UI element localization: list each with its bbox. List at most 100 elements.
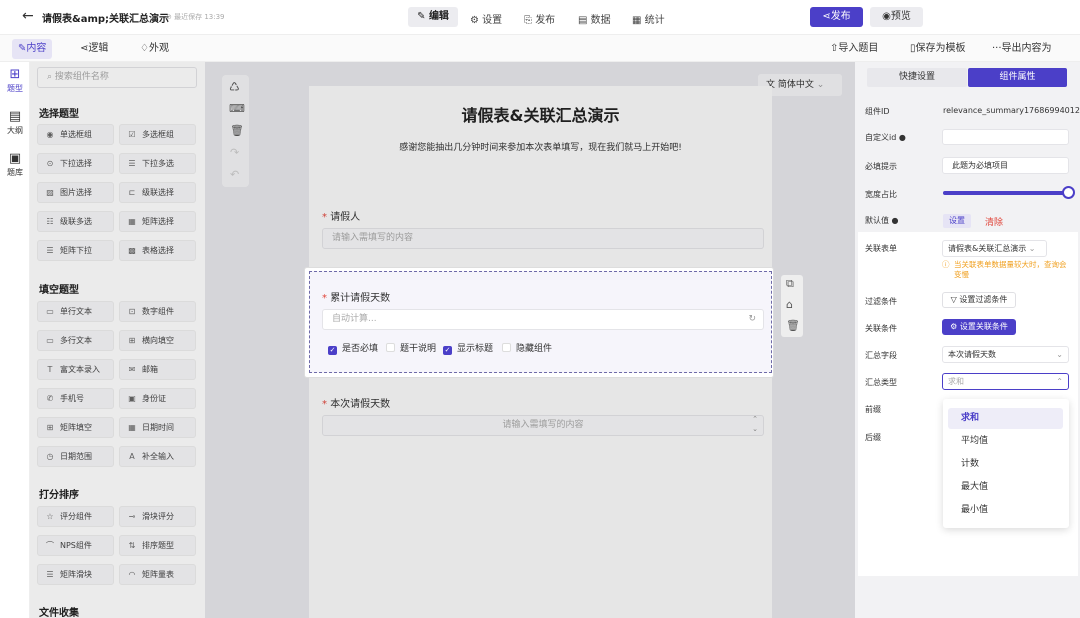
auto-calc-input[interactable]: 自动计算... ↻ [322,309,764,330]
required-tip-input[interactable]: 此题为必填项目 [942,157,1069,174]
sum-type-select[interactable]: 求和 ⌃ [942,373,1069,390]
help-icon: ● [891,216,899,225]
rail-item-types[interactable]: ⊞ 题型 [0,68,30,94]
secondary-toolbar: ✎内容 ⋖逻辑 ♢外观 ⇧导入题目 ▯保存为模板 ···导出内容为 [0,35,1080,62]
width-slider-handle[interactable] [1062,186,1075,199]
linked-form-warning: ⓘ 当关联表单数据量较大时，查询会变慢 [942,260,1072,280]
custom-id-label: 自定义id [865,133,897,142]
rail-item-library[interactable]: ▣ 题库 [0,152,30,178]
width-slider-fill [943,191,1069,195]
rail-types-label: 题型 [7,84,23,93]
relation-button[interactable]: ⚙ 设置关联条件 [942,319,1016,335]
sum-field-value: 本次请假天数 [948,350,996,359]
tab-quick-settings[interactable]: 快捷设置 [867,68,967,87]
custom-id-input[interactable] [942,129,1069,145]
prop-label: 自定义id ● [865,132,906,143]
publish-button-label: 发布 [830,11,851,22]
library-icon: ▣ [8,151,22,166]
warning-text: 当关联表单数据量较大时，查询会变慢 [954,260,1067,279]
export-button[interactable]: ···导出内容为 [986,39,1058,59]
publish-icon: ⎘ [524,15,532,26]
gear-icon: ⚙ [950,322,958,331]
prop-label: 汇总类型 [865,378,897,387]
refresh-icon[interactable]: ↻ [748,310,756,329]
dropdown-option[interactable]: 平均值 [948,431,1063,452]
option-label: 显示标题 [457,344,494,354]
tab-content[interactable]: ✎内容 [12,39,53,59]
rail-item-outline[interactable]: ▤ 大纲 [0,110,30,136]
save-status-text: 最近保存 13:39 [174,13,225,21]
sum-type-dropdown: 求和 平均值 计数 最大值 最小值 [943,399,1069,528]
import-label: 导入题目 [838,43,879,54]
linked-form-value: 请假表&关联汇总演示 [948,244,1027,253]
width-slider[interactable] [943,186,1075,199]
default-set-button[interactable]: 设置 [943,214,971,228]
preview-button[interactable]: ◉预览 [870,7,923,27]
checkbox-checked-icon: ✓ [443,346,452,355]
export-label: 导出内容为 [1001,43,1052,54]
save-template-label: 保存为模板 [915,43,966,54]
tab-settings-label: 设置 [482,15,503,26]
sum-type-value: 求和 [948,377,964,386]
selected-question-body[interactable]: * 累计请假天数 自动计算... ↻ ✓ 是否必填 题干说明 ✓ 显示标题 隐藏组件 [309,271,772,373]
eye-icon: ◉ [882,11,891,22]
component-id-value: relevance_summary1768699401251 [943,106,1080,115]
linked-form-select[interactable]: 请假表&关联汇总演示 ⌄ [942,240,1047,257]
tab-content-label: 内容 [26,43,47,54]
tab-logic-label: 逻辑 [88,43,109,54]
filter-button[interactable]: ▽ 设置过滤条件 [942,292,1016,308]
warning-icon: ⓘ [942,260,950,269]
option-required[interactable]: ✓ 是否必填 [328,341,378,355]
default-clear-button[interactable]: 清除 [985,215,1003,228]
left-rail: ⊞ 题型 ▤ 大纲 ▣ 题库 [0,62,30,618]
dropdown-option[interactable]: 最大值 [948,477,1063,498]
stats-icon: ▦ [632,15,642,26]
question-text: 累计请假天数 [330,293,391,304]
tab-appearance[interactable]: ♢外观 [134,39,175,59]
dropdown-option[interactable]: 最小值 [948,500,1063,521]
dropdown-option[interactable]: 计数 [948,454,1063,475]
option-description[interactable]: 题干说明 [386,341,436,354]
trash-icon[interactable]: 🗑 [786,319,800,332]
grid-icon: ⊞ [9,67,21,82]
prop-label: 关联表单 [865,244,897,253]
shirt-icon: ♢ [140,43,149,54]
import-questions-button[interactable]: ⇧导入题目 [824,39,884,59]
back-arrow-icon[interactable]: ← [22,8,34,24]
copy-icon[interactable]: ⧉ [786,277,794,291]
tab-data[interactable]: ▤ 数据 [578,11,611,26]
rail-library-label: 题库 [7,168,23,177]
tab-settings[interactable]: ⚙ 设置 [470,11,502,26]
chevron-up-icon: ⌃ [1056,377,1063,386]
prop-label: 后缀 [865,433,881,442]
prop-label: 过滤条件 [865,297,897,306]
save-template-button[interactable]: ▯保存为模板 [904,39,972,59]
more-icon: ··· [992,43,1002,54]
tag-icon[interactable]: ⌂ [786,298,793,311]
checkbox-unchecked-icon [502,343,511,352]
publish-button[interactable]: ⋖发布 [810,7,863,27]
option-hide[interactable]: 隐藏组件 [502,341,552,354]
sum-field-select[interactable]: 本次请假天数 ⌄ [942,346,1069,363]
prop-label: 默认值 ● [865,215,899,226]
required-mark: * [322,293,327,304]
filter-icon: ▽ [950,295,957,304]
form-title[interactable]: 请假表&amp;关联汇总演示 [42,10,169,25]
tab-logic[interactable]: ⋖逻辑 [74,39,114,59]
gear-icon: ⚙ [470,15,479,26]
auto-calc-placeholder: 自动计算... [332,314,377,324]
relation-button-label: 设置关联条件 [959,322,1008,331]
option-show-title[interactable]: ✓ 显示标题 [443,341,493,355]
share-icon: ⋖ [822,11,831,22]
tab-appearance-label: 外观 [148,43,169,54]
tab-stats[interactable]: ▦ 统计 [632,11,665,26]
tab-publish[interactable]: ⎘ 发布 [524,11,555,26]
dropdown-option[interactable]: 求和 [948,408,1063,429]
tab-edit[interactable]: ✎ 编辑 [408,7,458,27]
save-status: ⊘ 最近保存 13:39 [166,13,225,21]
prop-label: 必填提示 [865,162,897,171]
tab-component-props[interactable]: 组件属性 [968,68,1067,87]
prop-label: 组件ID [865,107,890,116]
tab-data-label: 数据 [590,15,611,26]
prop-label: 汇总字段 [865,351,897,360]
